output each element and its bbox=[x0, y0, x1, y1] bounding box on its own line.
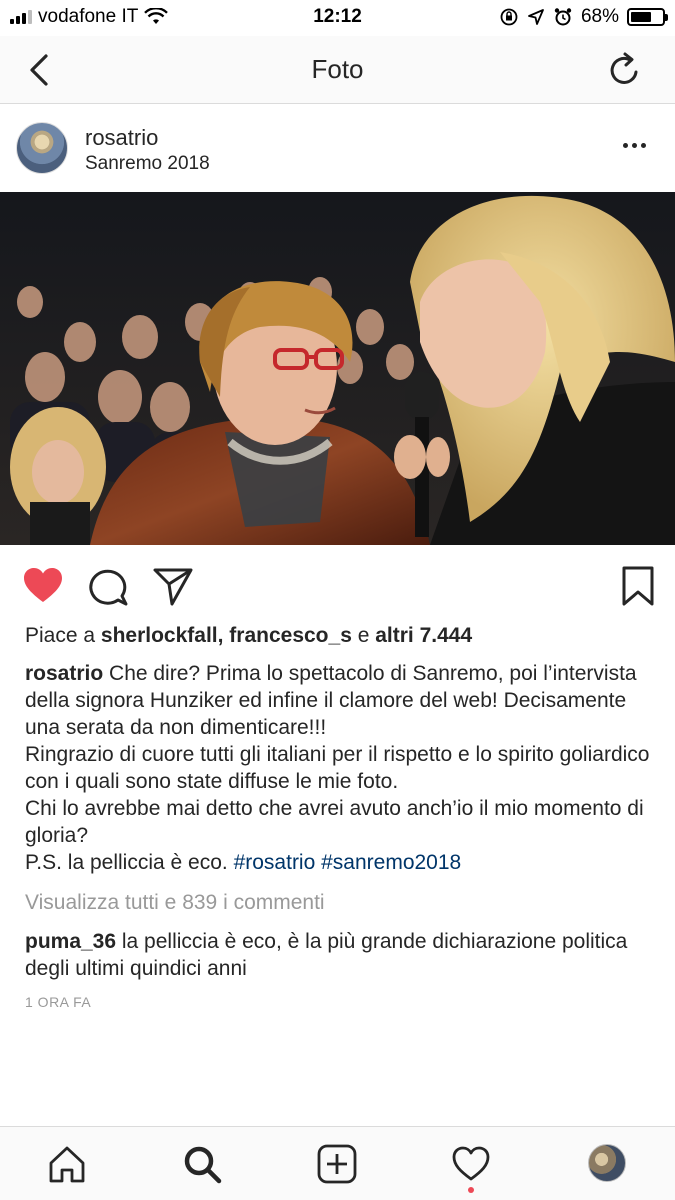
caption-text-1: Che dire? Prima lo spettacolo di Sanremo… bbox=[25, 662, 637, 739]
caption-author[interactable]: rosatrio bbox=[25, 662, 103, 685]
post-username[interactable]: rosatrio bbox=[85, 125, 158, 151]
status-bar: vodafone IT 12:12 68% bbox=[0, 0, 675, 36]
likes-others[interactable]: altri 7.444 bbox=[375, 624, 472, 647]
battery-icon bbox=[627, 8, 668, 26]
bookmark-icon[interactable] bbox=[616, 564, 660, 608]
post-caption: rosatrio Che dire? Prima lo spettacolo d… bbox=[25, 660, 655, 876]
battery-fill bbox=[631, 12, 652, 22]
alarm-icon bbox=[554, 8, 572, 26]
comment: puma_36 la pelliccia è eco, è la più gra… bbox=[25, 928, 655, 982]
post-photo[interactable] bbox=[0, 192, 675, 545]
search-icon[interactable] bbox=[181, 1143, 223, 1185]
comment-text: la pelliccia è eco, è la più grande dich… bbox=[25, 930, 628, 980]
view-all-comments-link[interactable]: Visualizza tutti e 839 i commenti bbox=[25, 891, 325, 915]
heart-icon[interactable] bbox=[21, 564, 65, 608]
page-title: Foto bbox=[311, 54, 364, 84]
liker-2[interactable]: francesco_s bbox=[229, 624, 352, 647]
likes-and: e bbox=[351, 624, 376, 647]
comment-author[interactable]: puma_36 bbox=[25, 930, 116, 953]
caption-paragraph-4: P.S. la pelliccia è eco. #rosatrio #sanr… bbox=[25, 849, 655, 876]
caption-text-3: Chi lo avrebbe mai detto che avrei avuto… bbox=[25, 797, 644, 847]
battery-percent: 68% bbox=[580, 6, 619, 27]
nav-header: Foto bbox=[0, 36, 675, 104]
hashtag-sanremo2018[interactable]: #sanremo2018 bbox=[321, 851, 461, 874]
home-icon[interactable] bbox=[46, 1143, 88, 1185]
likes-separator: , bbox=[217, 624, 230, 647]
more-options-icon[interactable] bbox=[623, 135, 653, 155]
notification-dot bbox=[468, 1187, 474, 1193]
post-photo-image bbox=[0, 192, 675, 545]
avatar[interactable] bbox=[16, 122, 68, 174]
add-post-icon[interactable] bbox=[316, 1143, 358, 1185]
caption-paragraph-1: rosatrio Che dire? Prima lo spettacolo d… bbox=[25, 660, 655, 741]
likes-line: Piace a sherlockfall, francesco_s e altr… bbox=[25, 624, 472, 648]
activity-heart-icon[interactable] bbox=[450, 1143, 492, 1185]
orientation-lock-icon bbox=[500, 8, 518, 26]
hashtag-rosatrio[interactable]: #rosatrio bbox=[234, 851, 316, 874]
caption-text-2: Ringrazio di cuore tutti gli italiani pe… bbox=[25, 743, 650, 793]
liker-1[interactable]: sherlockfall bbox=[101, 624, 218, 647]
caption-text-4: P.S. la pelliccia è eco. bbox=[25, 851, 234, 874]
post-actions bbox=[0, 558, 675, 614]
comment-icon[interactable] bbox=[86, 564, 130, 608]
status-right: 68% bbox=[499, 6, 668, 28]
share-icon[interactable] bbox=[151, 564, 195, 608]
refresh-icon[interactable] bbox=[605, 50, 645, 90]
post-header: rosatrio Sanremo 2018 bbox=[0, 105, 675, 192]
location-arrow-icon bbox=[528, 9, 544, 25]
post-timestamp: 1 ORA FA bbox=[25, 994, 92, 1010]
post-location[interactable]: Sanremo 2018 bbox=[85, 153, 210, 175]
likes-prefix: Piace a bbox=[25, 624, 101, 647]
profile-avatar[interactable] bbox=[588, 1144, 626, 1182]
tab-bar bbox=[0, 1126, 675, 1200]
